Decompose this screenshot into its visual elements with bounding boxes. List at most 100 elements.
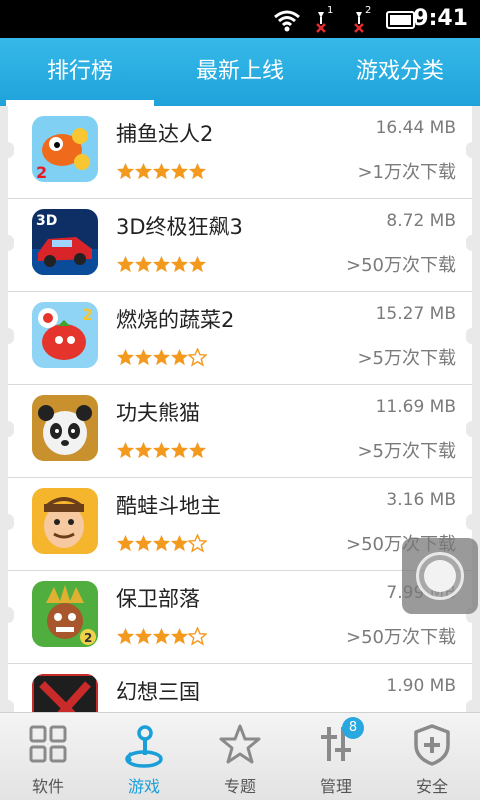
star-filled-icon [152,627,171,646]
nav-topics-label: 专题 [223,777,256,796]
app-size: 8.72 MB [386,211,456,231]
star-filled-icon [188,162,207,181]
star-filled-icon [170,162,189,181]
fish-game-icon: 2 [32,116,98,182]
star-filled-icon [170,255,189,274]
star-empty-icon [187,347,208,367]
star-filled-icon [152,441,171,460]
app-name: 功夫熊猫 [116,401,200,425]
tribe-defense-icon: 2 [32,581,98,647]
star-filled-icon [152,348,171,367]
row-notch-right [466,421,478,437]
tab-categories[interactable]: 游戏分类 [320,38,480,106]
svg-text:2: 2 [82,305,93,324]
app-ranking-list[interactable]: 2 捕鱼达人2 16.44 MB >1万次下载 3D 3D终极狂飙3 8.72 MB >50万… [0,106,480,712]
status-bar: 1 2 9:41 [0,0,480,38]
star-filled-icon [188,441,207,460]
app-download-count: >5万次下载 [357,441,456,462]
three-kingdoms-icon [32,674,98,712]
app-list-item[interactable]: 幻想三国 1.90 MB [2,664,478,712]
svg-text:2: 2 [84,631,92,645]
star-filled-icon [134,441,153,460]
sim2-label: 2 [365,5,372,16]
app-list-item[interactable]: 2 捕鱼达人2 16.44 MB >1万次下载 [2,106,478,199]
app-size: 15.27 MB [375,304,456,324]
star-filled-icon [134,534,153,553]
app-size: 1.90 MB [386,676,456,696]
app-size: 16.44 MB [375,118,456,138]
star-filled-icon [134,162,153,181]
star-filled-icon [134,627,153,646]
tab-ranking[interactable]: 排行榜 [0,38,160,106]
star-filled-icon [116,255,135,274]
row-notch-left [2,514,14,530]
row-notch-right [466,328,478,344]
star-filled-icon [116,534,135,553]
nav-software-label: 软件 [31,777,64,796]
row-notch-left [2,328,14,344]
app-size: 3.16 MB [386,490,456,510]
star-filled-icon [152,162,171,181]
nav-security-label: 安全 [415,777,448,796]
star-filled-icon [116,162,135,181]
top-tab-bar: 排行榜 最新上线 游戏分类 [0,38,480,106]
wifi-icon [274,10,300,32]
row-notch-left [2,421,14,437]
star-filled-icon [152,534,171,553]
app-list-item[interactable]: 3D 3D终极狂飙3 8.72 MB >50万次下载 [2,199,478,292]
row-notch-right [466,700,478,712]
star-filled-icon [116,348,135,367]
star-filled-icon [170,627,189,646]
row-notch-left [2,235,14,251]
star-filled-icon [170,441,189,460]
star-filled-icon [116,627,135,646]
app-name: 捕鱼达人2 [116,122,214,146]
nav-topics[interactable]: 专题 [192,713,288,800]
app-download-count: >50万次下载 [346,627,456,648]
star-icon [219,724,261,764]
row-notch-right [466,142,478,158]
nav-manage-label: 管理 [319,777,352,796]
star-filled-icon [134,255,153,274]
nav-games[interactable]: 游戏 [96,713,192,800]
manage-badge: 8 [342,717,364,739]
app-list-item[interactable]: 2 燃烧的蔬菜2 15.27 MB >5万次下载 [2,292,478,385]
svg-text:3D: 3D [36,213,57,229]
app-name: 3D终极狂飙3 [116,215,243,239]
status-time: 9:41 [413,6,468,31]
nav-security[interactable]: 安全 [384,713,480,800]
panda-game-icon [32,395,98,461]
star-filled-icon [170,348,189,367]
app-size: 11.69 MB [375,397,456,417]
nav-software[interactable]: 软件 [0,713,96,800]
app-download-count: >1万次下载 [357,162,456,183]
star-filled-icon [188,255,207,274]
row-notch-right [466,235,478,251]
row-notch-left [2,607,14,623]
tab-newest[interactable]: 最新上线 [160,38,320,106]
nav-manage[interactable]: 8 管理 [288,713,384,800]
app-name: 保卫部落 [116,587,200,611]
app-name: 燃烧的蔬菜2 [116,308,235,332]
tab-categories-label: 游戏分类 [355,59,444,84]
svg-text:2: 2 [36,163,47,182]
bottom-nav: 软件 游戏 专题 8 管理 安全 [0,712,480,800]
star-filled-icon [116,441,135,460]
tab-newest-label: 最新上线 [195,59,284,84]
app-name: 酷蛙斗地主 [116,494,221,518]
app-download-count: >50万次下载 [346,255,456,276]
row-notch-right [466,514,478,530]
row-notch-left [2,142,14,158]
app-name: 幻想三国 [116,680,200,704]
app-list-item[interactable]: 功夫熊猫 11.69 MB >5万次下载 [2,385,478,478]
floating-core [424,560,456,592]
star-filled-icon [134,348,153,367]
star-empty-icon [187,533,208,553]
star-filled-icon [152,255,171,274]
joystick-icon [125,725,163,768]
app-download-count: >5万次下载 [357,348,456,369]
star-empty-icon [187,626,208,646]
shield-plus-icon [414,724,450,766]
card-game-icon [32,488,98,554]
floating-assistant-button[interactable] [402,538,478,614]
